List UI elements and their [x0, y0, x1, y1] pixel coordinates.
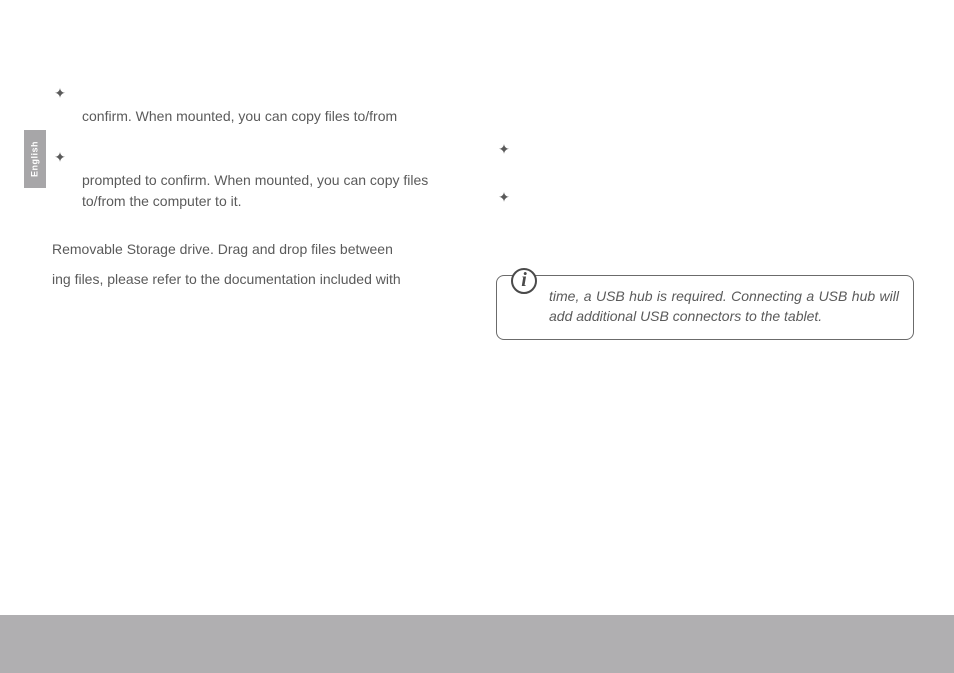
- bullet-text: prompted to confirm. When mounted, you c…: [82, 148, 472, 211]
- star-icon: ✦: [496, 140, 512, 160]
- left-column: ✦ confirm. When mounted, you can copy fi…: [52, 84, 472, 340]
- bullet-item-1: ✦ confirm. When mounted, you can copy fi…: [52, 84, 472, 126]
- bullet-item-4: ✦: [496, 188, 916, 208]
- language-label: English: [28, 141, 41, 177]
- info-icon: i: [511, 268, 537, 294]
- paragraph-1: Removable Storage drive. Drag and drop f…: [52, 239, 472, 259]
- bullet-item-3: ✦: [496, 140, 916, 160]
- footer-band: [0, 615, 954, 673]
- bullet-item-2: ✦ prompted to confirm. When mounted, you…: [52, 148, 472, 211]
- info-callout-text: time, a USB hub is required. Connecting …: [549, 286, 899, 327]
- language-side-tab: English: [24, 130, 46, 188]
- star-icon: ✦: [52, 84, 68, 104]
- bullet-text: confirm. When mounted, you can copy file…: [82, 84, 472, 126]
- info-callout: i time, a USB hub is required. Connectin…: [496, 275, 914, 340]
- page-content: ✦ confirm. When mounted, you can copy fi…: [52, 84, 916, 340]
- bullet-1-line: confirm. When mounted, you can copy file…: [82, 106, 472, 126]
- right-column: ✦ ✦ i time, a USB hub is required. Conne…: [496, 84, 916, 340]
- star-icon: ✦: [52, 148, 68, 168]
- bullet-2-line: prompted to confirm. When mounted, you c…: [82, 170, 472, 211]
- paragraph-2: ing files, please refer to the documenta…: [52, 269, 472, 289]
- star-icon: ✦: [496, 188, 512, 208]
